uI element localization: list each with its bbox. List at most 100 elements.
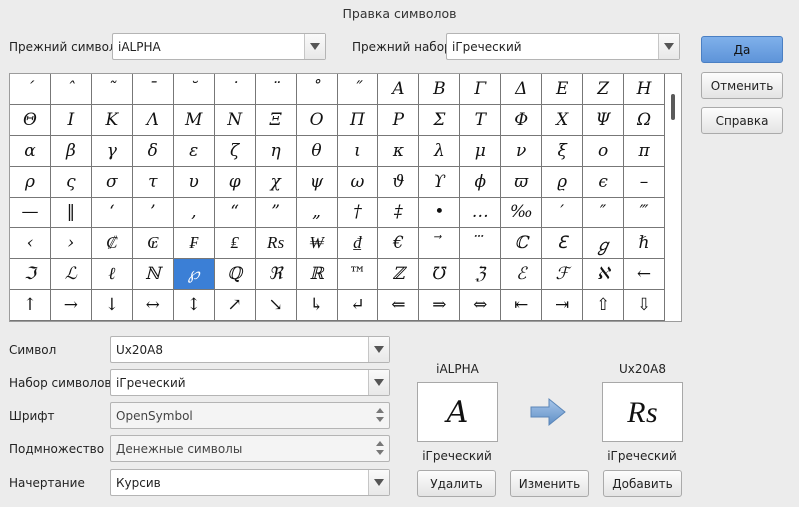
symbol-cell[interactable]: ₤ bbox=[214, 228, 256, 260]
symbol-cell[interactable]: “ bbox=[214, 197, 256, 229]
symbol-cell[interactable]: Η bbox=[624, 74, 665, 105]
symbol-cell[interactable]: ℜ bbox=[255, 259, 297, 291]
symbol-cell[interactable]: χ bbox=[255, 166, 297, 198]
symbol-cell[interactable]: ς bbox=[50, 166, 92, 198]
symbol-cell[interactable]: Κ bbox=[91, 104, 133, 136]
symbol-cell[interactable]: τ bbox=[132, 166, 174, 198]
style-combobox[interactable]: Курсив bbox=[110, 469, 390, 496]
symbol-cell[interactable]: ↗ bbox=[214, 290, 256, 321]
symbol-cell[interactable]: ρ bbox=[10, 166, 51, 198]
symbol-cell[interactable]: ↳ bbox=[296, 290, 338, 321]
symbol-cell[interactable]: Ρ bbox=[378, 104, 420, 136]
symbol-cell[interactable]: ℰ bbox=[501, 259, 543, 291]
font-spinbox[interactable]: OpenSymbol bbox=[110, 402, 390, 429]
symbol-cell[interactable]: ↔ bbox=[132, 290, 174, 321]
symbol-cell[interactable]: ℏ bbox=[624, 228, 665, 260]
symbol-grid-cells[interactable]: ´ ˆ ˜ ¯ ˘ ˙ ¨ ˚ ˝ Α Β Γ Δ Ε Ζ Η Θ Ι Κ Λ Μ Ν Ξ Ο Π Ρ Σ Τ Φ Χ Ψ Ωα β γ δ ε ζ η θ… bbox=[10, 74, 665, 321]
symbol-cell[interactable]: ‹ bbox=[10, 228, 51, 260]
font-spin-buttons[interactable] bbox=[371, 403, 389, 428]
symbol-cell[interactable]: ↓ bbox=[91, 290, 133, 321]
symbol-cell[interactable]: ℨ bbox=[460, 259, 502, 291]
symbol-cell[interactable]: Ζ bbox=[583, 74, 625, 105]
symbol-cell[interactable]: Μ bbox=[173, 104, 215, 136]
symbol-cell[interactable]: ℝ bbox=[296, 259, 338, 291]
symbol-cell[interactable]: ζ bbox=[214, 135, 256, 167]
symbol-cell[interactable]: ℚ bbox=[214, 259, 256, 291]
symbol-cell[interactable]: — bbox=[10, 197, 51, 229]
symbol-dropdown-button[interactable] bbox=[368, 337, 389, 362]
symbol-cell[interactable]: † bbox=[337, 197, 379, 229]
symbol-cell[interactable]: Ξ bbox=[255, 104, 297, 136]
symbol-cell[interactable]: ℊ bbox=[583, 228, 625, 260]
symbol-cell[interactable]: ‚ bbox=[173, 197, 215, 229]
symbol-cell[interactable]: δ bbox=[132, 135, 174, 167]
help-button[interactable]: Справка bbox=[701, 107, 783, 134]
symbol-cell[interactable]: … bbox=[460, 197, 502, 229]
symbol-cell[interactable]: Θ bbox=[10, 104, 51, 136]
symbol-cell[interactable]: β bbox=[50, 135, 92, 167]
symbol-cell[interactable]: € bbox=[378, 228, 420, 260]
symbol-set-combobox[interactable]: iГреческий bbox=[110, 369, 390, 396]
symbol-cell[interactable]: ₩ bbox=[296, 228, 338, 260]
symbol-cell[interactable]: υ bbox=[173, 166, 215, 198]
symbol-cell[interactable]: ↘ bbox=[255, 290, 297, 321]
symbol-cell[interactable]: ™ bbox=[337, 259, 379, 291]
symbol-cell[interactable]: Ψ bbox=[583, 104, 625, 136]
symbol-cell[interactable]: Λ bbox=[132, 104, 174, 136]
symbol-cell[interactable]: ₢ bbox=[132, 228, 174, 260]
subset-spinbox[interactable]: Денежные символы bbox=[110, 435, 390, 462]
symbol-cell[interactable]: Χ bbox=[542, 104, 584, 136]
symbol-cell[interactable]: Τ bbox=[460, 104, 502, 136]
symbol-cell[interactable]: μ bbox=[460, 135, 502, 167]
symbol-cell[interactable]: Ι bbox=[50, 104, 92, 136]
symbol-cell[interactable]: ⇒ bbox=[419, 290, 461, 321]
symbol-cell[interactable]: ” bbox=[255, 197, 297, 229]
symbol-cell[interactable]: – bbox=[624, 166, 665, 198]
grid-scrollbar[interactable] bbox=[665, 74, 681, 321]
symbol-cell[interactable]: ˙ bbox=[214, 74, 256, 105]
symbol-cell[interactable]: Β bbox=[419, 74, 461, 105]
symbol-cell[interactable]: ⇤ bbox=[501, 290, 543, 321]
symbol-cell[interactable]: ℱ bbox=[542, 259, 584, 291]
old-set-combobox[interactable]: iГреческий bbox=[446, 33, 680, 60]
old-set-dropdown-button[interactable] bbox=[658, 34, 679, 59]
symbol-cell[interactable]: Ω bbox=[624, 104, 665, 136]
symbol-cell[interactable]: ξ bbox=[542, 135, 584, 167]
symbol-cell[interactable]: κ bbox=[378, 135, 420, 167]
symbol-cell[interactable]: ⇐ bbox=[378, 290, 420, 321]
symbol-cell[interactable]: ν bbox=[501, 135, 543, 167]
symbol-cell[interactable]: ⃛ bbox=[460, 228, 502, 260]
symbol-cell[interactable]: Φ bbox=[501, 104, 543, 136]
symbol-cell[interactable]: σ bbox=[91, 166, 133, 198]
symbol-cell[interactable]: ″ bbox=[583, 197, 625, 229]
symbol-cell[interactable]: „ bbox=[296, 197, 338, 229]
symbol-cell[interactable]: ω bbox=[337, 166, 379, 198]
symbol-cell[interactable]: η bbox=[255, 135, 297, 167]
symbol-cell[interactable]: Π bbox=[337, 104, 379, 136]
symbol-cell[interactable]: ℵ bbox=[583, 259, 625, 291]
scrollbar-thumb[interactable] bbox=[671, 94, 675, 120]
symbol-cell[interactable]: Ο bbox=[296, 104, 338, 136]
symbol-cell[interactable]: φ bbox=[214, 166, 256, 198]
delete-button[interactable]: Удалить bbox=[417, 470, 496, 497]
add-button[interactable]: Добавить bbox=[603, 470, 682, 497]
symbol-cell[interactable]: ’ bbox=[132, 197, 174, 229]
symbol-cell[interactable]: ϖ bbox=[501, 166, 543, 198]
cancel-button[interactable]: Отменить bbox=[701, 72, 783, 99]
symbol-cell[interactable]: ϕ bbox=[460, 166, 502, 198]
symbol-cell[interactable]: ′ bbox=[542, 197, 584, 229]
symbol-cell[interactable]: › bbox=[50, 228, 92, 260]
symbol-grid[interactable]: ´ ˆ ˜ ¯ ˘ ˙ ¨ ˚ ˝ Α Β Γ Δ Ε Ζ Η Θ Ι Κ Λ Μ Ν Ξ Ο Π Ρ Σ Τ Φ Χ Ψ Ωα β γ δ ε ζ η θ… bbox=[9, 73, 682, 322]
symbol-cell[interactable]: ℕ bbox=[132, 259, 174, 291]
symbol-set-dropdown-button[interactable] bbox=[368, 370, 389, 395]
symbol-cell[interactable]: ¨ bbox=[255, 74, 297, 105]
symbol-cell[interactable]: ‖ bbox=[50, 197, 92, 229]
symbol-cell[interactable]: Ν bbox=[214, 104, 256, 136]
symbol-cell[interactable]: ₨ bbox=[255, 228, 297, 260]
subset-spin-buttons[interactable] bbox=[371, 436, 389, 461]
symbol-cell[interactable]: ⃗ bbox=[419, 228, 461, 260]
symbol-cell[interactable]: ℘ bbox=[173, 259, 215, 291]
symbol-cell[interactable]: ´ bbox=[10, 74, 51, 105]
symbol-cell[interactable]: ℤ bbox=[378, 259, 420, 291]
symbol-cell[interactable]: Δ bbox=[501, 74, 543, 105]
